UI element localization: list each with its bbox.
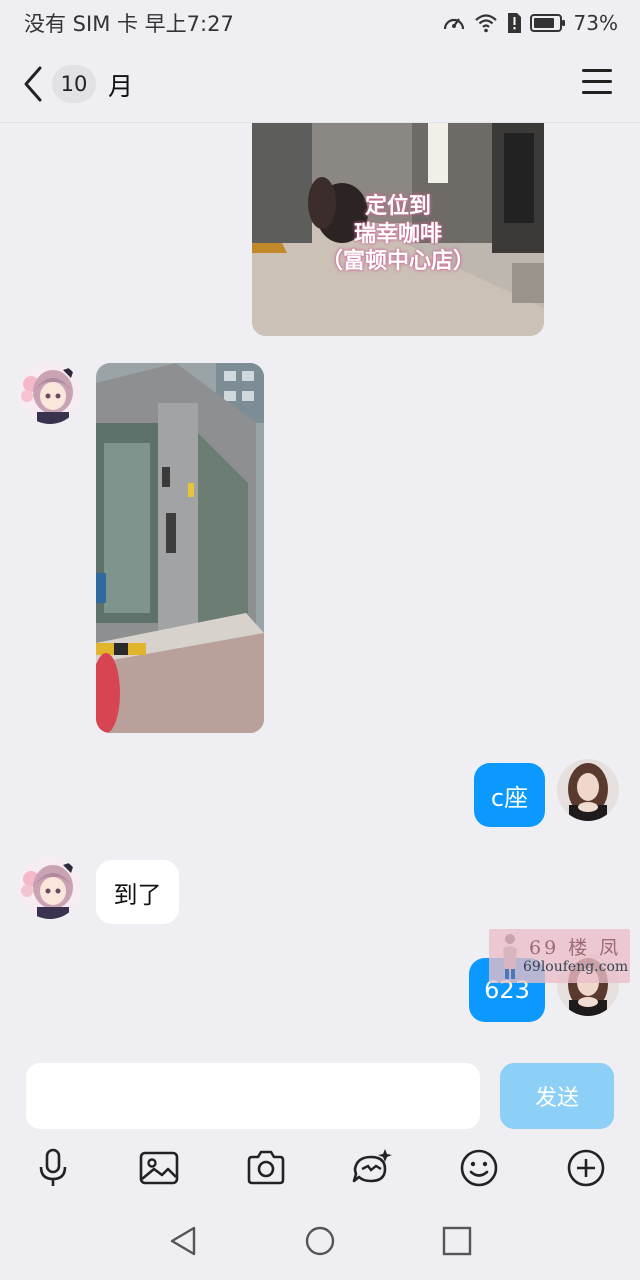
user-photo-avatar xyxy=(557,759,619,821)
wifi-icon xyxy=(474,13,498,33)
building-photo xyxy=(96,363,264,733)
send-button[interactable]: 发送 xyxy=(500,1063,614,1129)
back-triangle-icon[interactable] xyxy=(166,1224,200,1258)
anime-girl-avatar xyxy=(19,362,81,424)
contact-avatar[interactable] xyxy=(19,362,81,424)
plus-icon[interactable] xyxy=(565,1147,607,1189)
system-navigation-bar xyxy=(0,1204,640,1280)
status-bar: 没有 SIM 卡 早上7:27 73% xyxy=(0,0,640,46)
home-circle-icon[interactable] xyxy=(303,1224,337,1258)
outgoing-image-message[interactable]: 定位到 瑞幸咖啡 （富顿中心店） xyxy=(252,123,544,336)
input-toolbar xyxy=(0,1140,640,1196)
chevron-left-icon xyxy=(24,66,42,102)
menu-icon-line xyxy=(582,69,612,72)
microphone-icon[interactable] xyxy=(32,1147,74,1189)
outgoing-text-bubble[interactable]: c座 xyxy=(474,763,545,827)
message-input[interactable] xyxy=(26,1063,480,1129)
menu-button[interactable] xyxy=(582,69,612,97)
camera-icon[interactable] xyxy=(245,1147,287,1189)
incoming-image-message[interactable] xyxy=(96,363,264,733)
message-composer: 发送 xyxy=(0,1053,640,1143)
location-overlay: 定位到 瑞幸咖啡 （富顿中心店） xyxy=(252,193,544,276)
emoji-icon[interactable] xyxy=(458,1147,500,1189)
menu-icon-line xyxy=(582,91,612,94)
my-avatar[interactable] xyxy=(557,759,619,821)
overlay-line: （富顿中心店） xyxy=(320,249,475,274)
sticker-icon[interactable] xyxy=(351,1147,393,1189)
overlay-line: 定位到 xyxy=(364,194,431,219)
watermark-text: 69 楼 凤 xyxy=(529,937,622,959)
person-figure-icon xyxy=(503,934,517,979)
chat-screen: 没有 SIM 卡 早上7:27 73% 10 月 定位到 瑞幸咖啡 （富顿中心店… xyxy=(0,0,640,1280)
battery-percentage: 73% xyxy=(573,11,618,35)
status-carrier-time: 没有 SIM 卡 早上7:27 xyxy=(24,12,234,36)
site-watermark: 69 楼 凤 69loufeng.com xyxy=(489,929,630,983)
incoming-text-bubble[interactable]: 到了 xyxy=(96,860,179,924)
overlay-line: 瑞幸咖啡 xyxy=(353,221,442,247)
battery-icon xyxy=(529,13,566,33)
status-icons: 73% xyxy=(442,11,618,35)
unread-count-badge: 10 xyxy=(52,65,96,103)
recents-square-icon[interactable] xyxy=(440,1224,474,1258)
chat-header: 10 月 xyxy=(0,50,640,118)
speedometer-icon xyxy=(442,12,466,34)
watermark-url: 69loufeng.com xyxy=(523,959,629,975)
anime-girl-avatar xyxy=(19,857,81,919)
sim-alert-icon xyxy=(506,12,522,34)
menu-icon-line xyxy=(582,80,612,83)
contact-avatar[interactable] xyxy=(19,857,81,919)
back-button[interactable] xyxy=(18,64,50,104)
image-icon[interactable] xyxy=(138,1147,180,1189)
message-list[interactable]: 定位到 瑞幸咖啡 （富顿中心店） c座 到了 623 xyxy=(0,123,640,1053)
message-text: 到了 xyxy=(113,880,162,909)
message-text: c座 xyxy=(490,783,529,812)
chat-title: 月 xyxy=(108,72,134,101)
